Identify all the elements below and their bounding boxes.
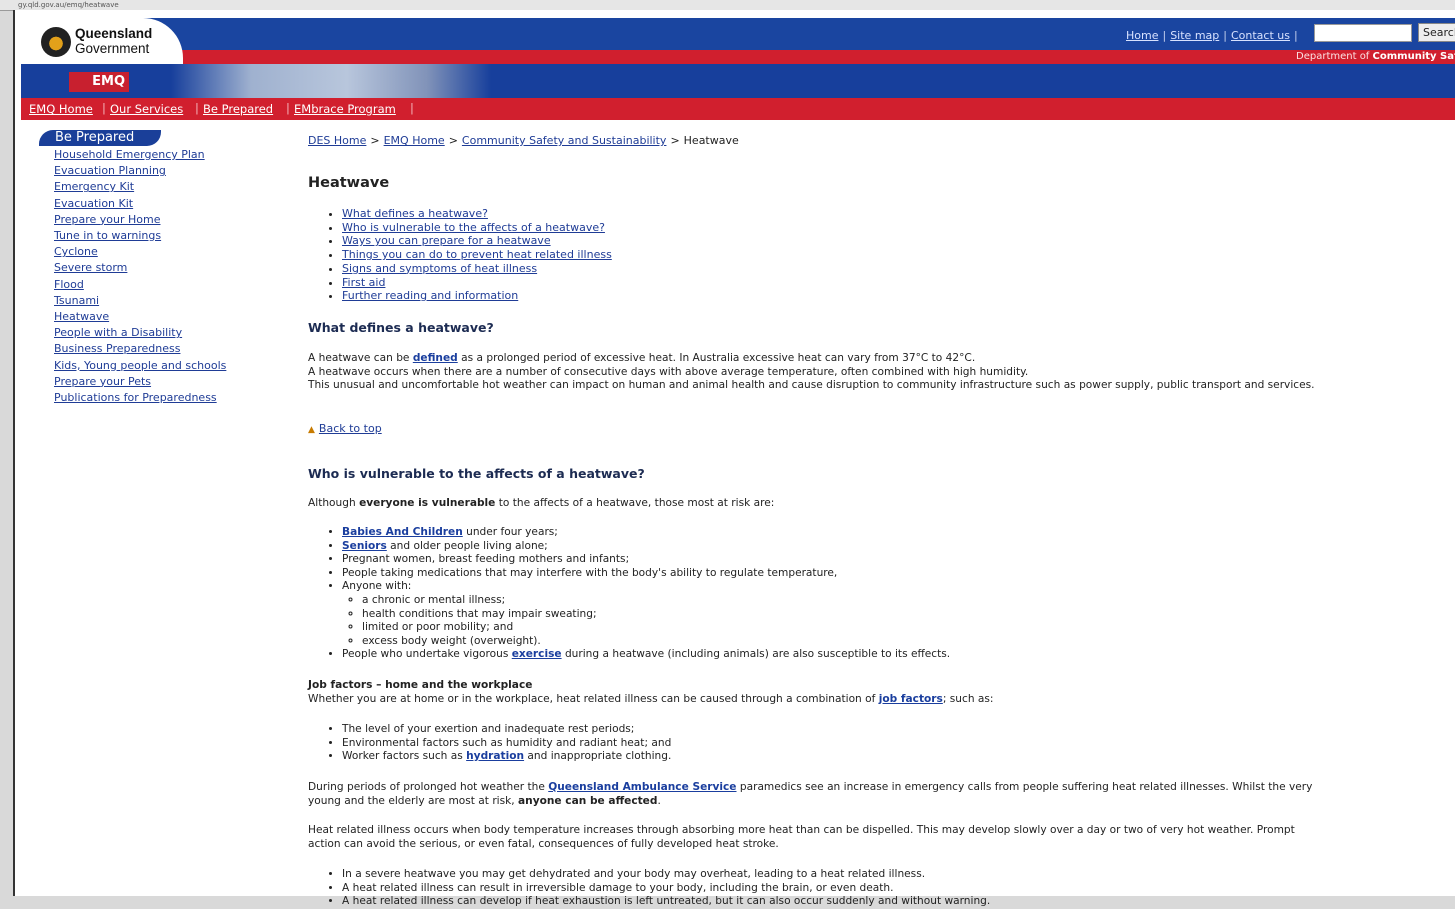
list-item: The level of your exertion and inadequat…	[342, 723, 671, 737]
qas-paragraph: During periods of prolonged hot weather …	[308, 781, 1313, 807]
brand-line-1: Queensland	[75, 26, 153, 41]
job-factors-section: Job factors – home and the workplace Whe…	[308, 679, 1338, 706]
hydration-link[interactable]: hydration	[466, 750, 524, 762]
section-heading-definition: What defines a heatwave?	[308, 320, 494, 335]
list-item: Environmental factors such as humidity a…	[342, 737, 671, 751]
sidebar-item-household-emergency-plan[interactable]: Household Emergency Plan	[54, 148, 205, 161]
nav-be-prepared[interactable]: Be Prepared	[203, 102, 273, 116]
list-item: People taking medications that may inter…	[342, 567, 950, 581]
contact-us-link[interactable]: Contact us	[1231, 29, 1290, 42]
sidebar-item-publications-for-preparedness[interactable]: Publications for Preparedness	[54, 391, 217, 404]
nav-emq-home[interactable]: EMQ Home	[29, 102, 93, 116]
sidebar-item-evacuation-kit[interactable]: Evacuation Kit	[54, 197, 133, 210]
brand-line-2: Government	[75, 41, 150, 56]
list-item: health conditions that may impair sweati…	[362, 608, 950, 622]
site-map-link[interactable]: Site map	[1170, 29, 1219, 42]
sidebar-item-flood[interactable]: Flood	[54, 278, 84, 291]
breadcrumb-current: Heatwave	[683, 134, 739, 147]
breadcrumb-community-safety[interactable]: Community Safety and Sustainability	[462, 134, 667, 147]
qld-gov-wordmark[interactable]: Queensland Government	[75, 26, 152, 56]
toc-link[interactable]: Things you can do to prevent heat relate…	[342, 248, 612, 261]
babies-children-link[interactable]: Babies And Children	[342, 526, 463, 538]
list-item: Babies And Children under four years;	[342, 526, 950, 540]
list-item: Anyone with: a chronic or mental illness…	[342, 580, 950, 648]
illness-paragraph: Heat related illness occurs when body te…	[308, 824, 1295, 850]
qld-coat-of-arms-icon	[41, 27, 71, 57]
up-arrow-icon: ▲	[308, 425, 315, 435]
list-item: In a severe heatwave you may get dehydra…	[342, 868, 990, 882]
list-item: a chronic or mental illness;	[362, 594, 950, 608]
web-page: EMQ Queensland Government Home | Site map |…	[13, 10, 1455, 907]
top-links: Home | Site map | Contact us |	[1126, 29, 1298, 42]
sidebar-item-cyclone[interactable]: Cyclone	[54, 245, 98, 258]
illness-list: In a severe heatwave you may get dehydra…	[308, 868, 990, 909]
search-button[interactable]: Search	[1418, 23, 1455, 42]
sidebar-item-evacuation-planning[interactable]: Evacuation Planning	[54, 164, 166, 177]
header-red-band	[21, 50, 1455, 64]
exercise-link[interactable]: exercise	[512, 648, 562, 660]
vulnerable-list: Babies And Children under four years; Se…	[308, 526, 950, 662]
list-item: A heat related illness can develop if he…	[342, 895, 990, 909]
section-heading-vulnerable: Who is vulnerable to the affects of a he…	[308, 466, 645, 481]
emq-logo[interactable]: EMQ	[69, 72, 129, 92]
job-factors-link[interactable]: job factors	[879, 693, 943, 705]
job-factors-heading: Job factors – home and the workplace	[308, 679, 533, 691]
sidebar-item-severe-storm[interactable]: Severe storm	[54, 261, 127, 274]
toc-link[interactable]: First aid	[342, 276, 385, 289]
main-nav: EMQ Home | Our Services | Be Prepared | …	[21, 98, 1455, 120]
list-item: excess body weight (overweight).	[362, 635, 950, 649]
toc-link[interactable]: Who is vulnerable to the affects of a he…	[342, 221, 605, 234]
list-item: Worker factors such as hydration and ina…	[342, 750, 671, 764]
qas-link[interactable]: Queensland Ambulance Service	[548, 781, 736, 793]
toc-link[interactable]: Ways you can prepare for a heatwave	[342, 234, 551, 247]
table-of-contents: What defines a heatwave? Who is vulnerab…	[308, 207, 612, 303]
sidebar-item-prepare-your-pets[interactable]: Prepare your Pets	[54, 375, 151, 388]
list-item: People who undertake vigorous exercise d…	[342, 648, 950, 662]
back-to-top: ▲ Back to top	[308, 422, 382, 438]
banner-photo	[171, 64, 491, 98]
sidebar-heading: Be Prepared	[39, 130, 161, 146]
vulnerable-intro: Although everyone is vulnerable to the a…	[308, 497, 775, 509]
list-item: Seniors and older people living alone;	[342, 540, 950, 554]
nav-embrace-program[interactable]: EMbrace Program	[294, 102, 396, 116]
sidebar-item-business-preparedness[interactable]: Business Preparedness	[54, 342, 180, 355]
breadcrumb: DES Home > EMQ Home > Community Safety and S…	[308, 134, 739, 147]
sidebar-item-people-with-a-disability[interactable]: People with a Disability	[54, 326, 182, 339]
back-to-top-link[interactable]: Back to top	[319, 422, 382, 435]
conditions-sublist: a chronic or mental illness; health cond…	[342, 594, 950, 648]
list-item: limited or poor mobility; and	[362, 621, 950, 635]
sidebar-item-prepare-your-home[interactable]: Prepare your Home	[54, 213, 160, 226]
defined-link[interactable]: defined	[413, 352, 458, 364]
job-factors-list: The level of your exertion and inadequat…	[308, 723, 671, 764]
nav-our-services[interactable]: Our Services	[110, 102, 183, 116]
page-title: Heatwave	[308, 175, 390, 191]
sidebar-item-emergency-kit[interactable]: Emergency Kit	[54, 180, 134, 193]
sidebar-nav: Household Emergency Plan Evacuation Plan…	[54, 147, 226, 406]
search-input[interactable]	[1314, 24, 1412, 42]
seniors-link[interactable]: Seniors	[342, 540, 387, 552]
list-item: Pregnant women, breast feeding mothers a…	[342, 553, 950, 567]
address-text: gy.qld.gov.au/emq/heatwave	[18, 1, 119, 9]
home-link[interactable]: Home	[1126, 29, 1158, 42]
sidebar-item-tsunami[interactable]: Tsunami	[54, 294, 99, 307]
toc-link[interactable]: What defines a heatwave?	[342, 207, 488, 220]
toc-link[interactable]: Signs and symptoms of heat illness	[342, 262, 537, 275]
header-banner: EMQ	[21, 64, 1455, 98]
department-name: Department of Community Safety	[1296, 51, 1455, 62]
toc-link[interactable]: Further reading and information	[342, 289, 518, 302]
sidebar-item-tune-in-to-warnings[interactable]: Tune in to warnings	[54, 229, 161, 242]
sidebar-item-heatwave[interactable]: Heatwave	[54, 310, 109, 323]
list-item: A heat related illness can result in irr…	[342, 882, 990, 896]
sidebar-item-kids-young-people-schools[interactable]: Kids, Young people and schools	[54, 359, 226, 372]
definition-text: A heatwave can be defined as a prolonged…	[308, 352, 1315, 392]
breadcrumb-emq-home[interactable]: EMQ Home	[384, 134, 445, 147]
breadcrumb-des-home[interactable]: DES Home	[308, 134, 366, 147]
